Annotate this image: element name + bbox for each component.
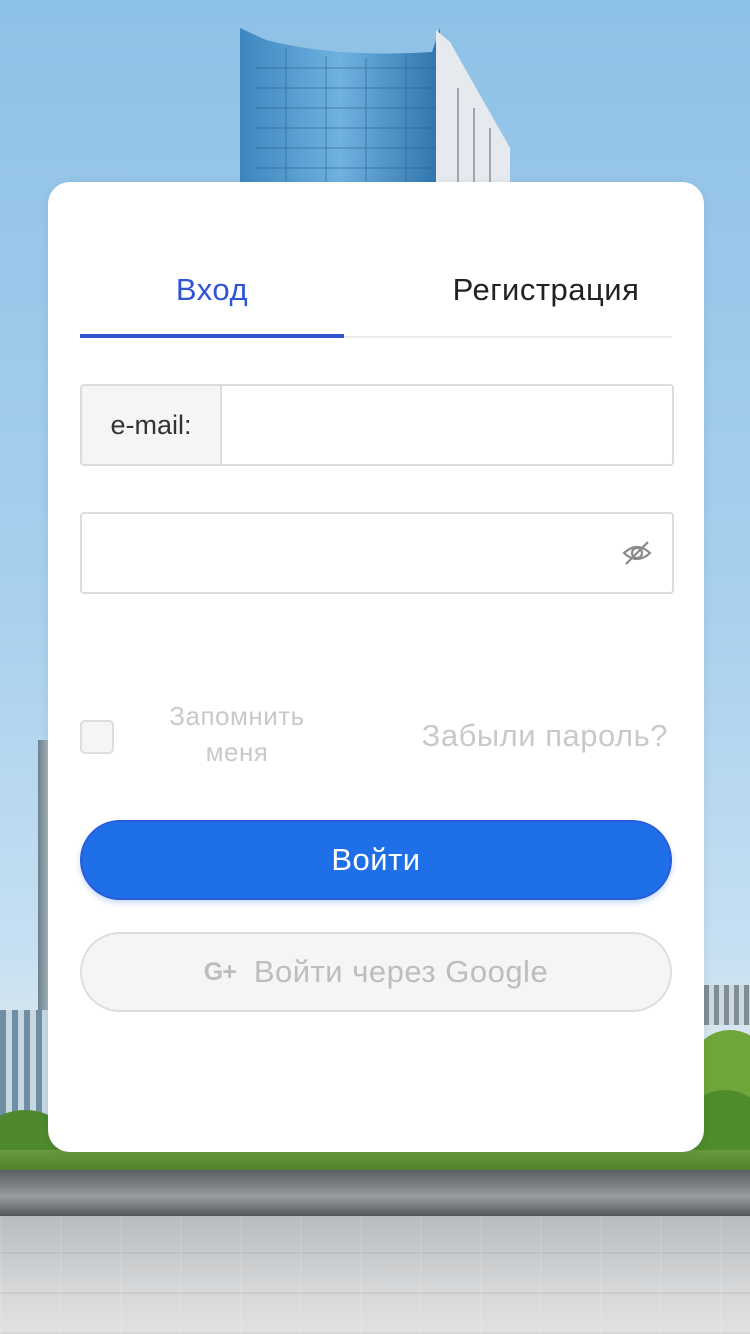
google-plus-icon: G+ xyxy=(203,957,237,986)
google-login-button[interactable]: G+ Войти через Google xyxy=(80,932,672,1012)
email-input[interactable] xyxy=(222,386,672,464)
tab-register[interactable]: Регистрация xyxy=(420,270,672,310)
email-field-group: e-mail: xyxy=(80,384,674,466)
tab-login[interactable]: Вход xyxy=(80,270,344,310)
remember-label-line: Запомнить xyxy=(169,701,305,731)
building-graphic xyxy=(0,1010,48,1120)
wall-graphic xyxy=(0,1170,750,1218)
login-card: Вход Регистрация e-mail: Запомнить меня … xyxy=(48,182,704,1152)
eye-slash-icon xyxy=(622,541,652,565)
building-graphic xyxy=(704,985,750,1025)
remember-label: Запомнить меня xyxy=(140,698,334,770)
password-visibility-toggle[interactable] xyxy=(602,514,672,592)
tower-spire-graphic xyxy=(38,740,48,1020)
google-login-label: Войти через Google xyxy=(253,954,549,989)
forgot-password-link[interactable]: Забыли пароль? xyxy=(422,716,668,756)
remember-label-line: меня xyxy=(205,737,269,767)
plaza-graphic xyxy=(0,1216,750,1334)
password-field-group xyxy=(80,512,674,594)
password-input[interactable] xyxy=(82,514,602,592)
email-label: e-mail: xyxy=(82,386,222,464)
remember-checkbox[interactable] xyxy=(80,720,114,754)
remember-row: Запомнить меня Забыли пароль? xyxy=(80,698,672,774)
login-button[interactable]: Войти xyxy=(80,820,672,900)
auth-tabs: Вход Регистрация xyxy=(80,242,672,338)
active-tab-indicator xyxy=(80,334,344,338)
